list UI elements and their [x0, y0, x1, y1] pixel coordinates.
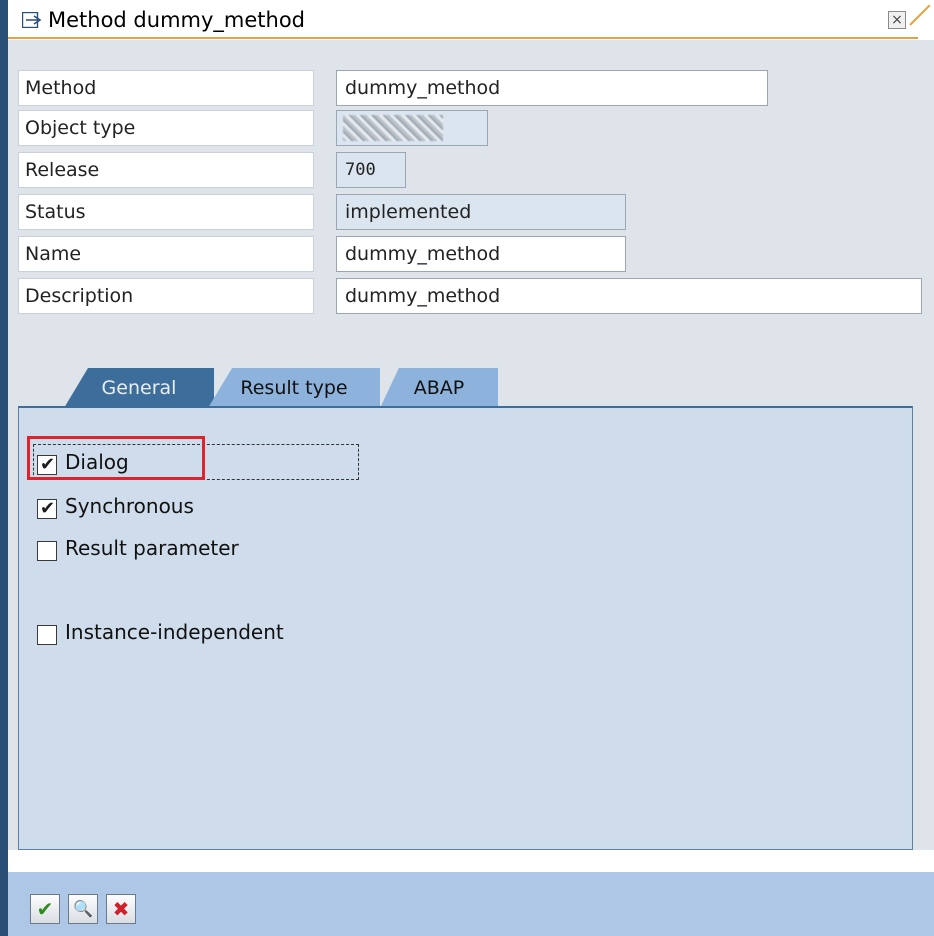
method-label: Method — [18, 70, 314, 106]
name-label: Name — [18, 236, 314, 272]
general-tab-panel: ✔ Dialog ✔ Synchronous Result parameter … — [18, 406, 913, 850]
status-field: implemented — [336, 194, 626, 230]
description-row: Description dummy_method — [18, 278, 934, 316]
button-bar — [8, 872, 934, 936]
description-label: Description — [18, 278, 314, 314]
release-field: 700 — [336, 152, 406, 188]
continue-button[interactable]: ✔ — [30, 894, 60, 924]
highlight-annotation — [27, 436, 205, 480]
find-button[interactable]: 🔍 — [68, 894, 98, 924]
footer: ✔ 🔍 ✖ — [8, 850, 934, 936]
release-row: Release 700 — [18, 152, 934, 190]
result-parameter-checkbox[interactable] — [37, 541, 57, 561]
method-edit-icon — [22, 12, 42, 28]
method-row: Method dummy_method — [18, 70, 934, 108]
checkmark-icon: ✔ — [36, 897, 54, 921]
result-parameter-label: Result parameter — [65, 536, 239, 560]
tab-result-type[interactable]: Result type — [208, 368, 380, 408]
redacted-value — [343, 115, 443, 141]
synchronous-checkbox[interactable]: ✔ — [37, 498, 57, 519]
status-label: Status — [18, 194, 314, 230]
description-field[interactable]: dummy_method — [336, 278, 922, 314]
name-row: Name dummy_method — [18, 236, 934, 274]
tab-general[interactable]: General — [64, 368, 214, 408]
synchronous-label: Synchronous — [65, 494, 194, 518]
cancel-button[interactable]: ✖ — [106, 894, 136, 924]
title-bar: Method dummy_method × — [8, 0, 934, 40]
magnifier-icon: 🔍 — [73, 899, 93, 918]
tab-abap[interactable]: ABAP — [380, 368, 498, 408]
status-row: Status implemented — [18, 194, 934, 232]
window-frame-left — [0, 0, 8, 936]
object-type-label: Object type — [18, 110, 314, 146]
title-underline — [8, 37, 918, 39]
name-field[interactable]: dummy_method — [336, 236, 626, 272]
instance-independent-checkbox[interactable] — [37, 625, 57, 645]
close-button[interactable]: × — [888, 11, 906, 29]
check-icon: ✔ — [40, 498, 56, 519]
window-title: Method dummy_method — [48, 8, 306, 32]
method-field[interactable]: dummy_method — [336, 70, 768, 106]
object-type-row: Object type — [18, 110, 934, 148]
cancel-icon: ✖ — [112, 897, 130, 921]
release-label: Release — [18, 152, 314, 188]
object-type-field — [336, 110, 488, 146]
title-slant — [909, 4, 931, 26]
instance-independent-label: Instance-independent — [65, 620, 284, 644]
